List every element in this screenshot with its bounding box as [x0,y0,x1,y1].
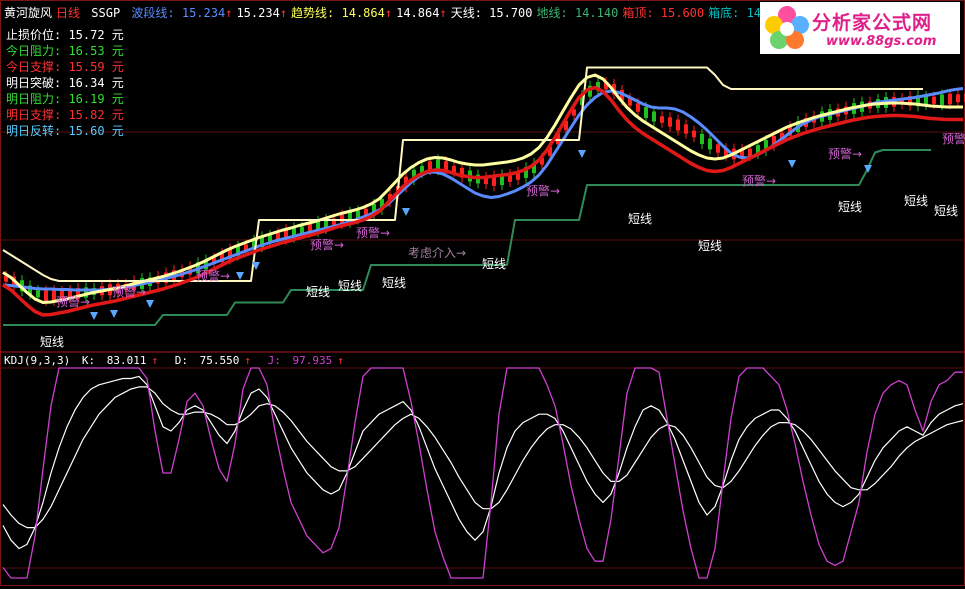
candle-body [748,148,752,157]
j-value: J: 97.935 ↑ [267,354,344,367]
candle-body [36,290,40,298]
candle-body [700,133,704,145]
chart-annotation: 预警→ [356,225,390,240]
header-item-1: 15.234↑ [236,6,287,20]
header-item-value: 15.600 [660,6,705,20]
header-item-value: 14.864 [396,6,440,20]
chart-annotation: 短线 [934,204,958,218]
level-row: 明日反转: 15.60 元 [6,124,124,138]
kdj-series-line-2 [2,367,963,579]
down-arrow-icon [578,150,586,158]
chart-annotation: 短线 [382,276,406,290]
header-item-value: 15.234 [181,6,226,20]
candle-body [684,124,688,134]
up-arrow-icon: ↑ [384,6,393,20]
chart-annotation: 短线 [338,279,362,293]
down-arrow-icon [788,160,796,168]
level-row: 明日阻力: 16.19 元 [6,92,124,106]
chart-annotation: 预警→ [942,131,965,146]
chart-annotation: 预警→ [112,284,146,299]
down-arrow-icon [146,300,154,308]
candle-body [708,138,712,150]
chart-annotation: 预警→ [742,173,776,188]
candle-body [636,103,640,112]
kdj-series-line-0 [2,375,964,550]
header-item-5: 地线: 14.140 [537,6,619,20]
candle-body [668,117,672,127]
candle-body [932,96,936,104]
candle-body [660,116,664,123]
candle-body [940,94,944,105]
indicator-header: 黄河旋风 日线 SSGP 波段线: 15.234↑ 15.234↑ 趋势线: 14.8… [4,4,824,21]
chart-stage: 预警→预警→预警→预警→预警→预警→预警→预警→预警→短线短线短线短线短线短线短… [0,0,965,586]
down-arrow-icon [110,310,118,318]
header-item-value: 14.140 [574,6,619,20]
candle-body [692,130,696,138]
k-value: K: 83.011 ↑ [81,354,159,367]
header-item-label: 箱顶: [622,6,661,20]
header-item-label: 波段线: [131,6,182,20]
flower-icon [765,6,809,49]
kdj-name: KDJ(9,3,3) [4,354,71,367]
candle-body [948,93,952,105]
stock-code: SSGP [91,6,121,20]
chart-annotation: 短线 [628,212,652,226]
header-item-6: 箱顶: 15.600 [622,6,704,20]
candle-body [652,111,656,122]
header-item-value: 14.864 [341,6,385,20]
header-item-label: 趋势线: [291,6,342,20]
header-item-0: 波段线: 15.234↑ [131,6,232,20]
candle-body [428,161,432,171]
period-label: 日线 [56,6,81,20]
kdj-series-line-1 [2,386,964,529]
chart-annotation: 预警→ [56,294,90,309]
chart-annotation: 短线 [838,200,862,214]
candle-body [44,290,48,301]
d-value: D: 75.550 ↑ [174,354,251,367]
up-arrow-icon: ↑ [279,6,288,20]
chart-annotation: 预警→ [828,146,862,161]
indicator-name: 黄河旋风 [4,6,53,20]
header-item-label: 天线: [450,6,490,20]
up-arrow-icon: ↑ [225,6,233,20]
down-arrow-icon [90,312,98,320]
logo-text: 分析家公式网 [812,12,933,34]
candle-body [452,165,456,173]
candle-body [676,119,680,131]
header-item-4: 天线: 15.700 [451,6,533,20]
up-arrow-icon: ↑ [439,6,447,20]
site-logo[interactable]: 分析家公式网 www.88gs.com [760,2,960,54]
chart-annotation: 预警→ [526,183,560,198]
logo-url: www.88gs.com [826,34,937,49]
down-arrow-icon [236,272,244,280]
level-row: 今日支撑: 15.59 元 [6,60,124,74]
candle-body [644,107,648,118]
header-item-3: 14.864↑ [396,6,447,20]
chart-annotation: 短线 [306,285,330,299]
down-arrow-icon [402,208,410,216]
header-item-label: 地线: [536,6,575,20]
header-item-value: 15.234 [236,6,280,20]
header-items: 波段线: 15.234↑ 15.234↑ 趋势线: 14.864↑ 14.864↑ 天线… [131,6,819,20]
header-item-value: 15.700 [489,6,533,20]
header-item-2: 趋势线: 14.864↑ [291,6,392,20]
kdj-header: KDJ(9,3,3) K: 83.011 ↑ D: 75.550 ↑ J: 97.9… [4,354,354,367]
candle-body [924,96,928,105]
level-row: 明日支撑: 15.82 元 [6,108,124,122]
level-row: 今日阻力: 16.53 元 [6,44,124,58]
candle-body [716,144,720,153]
level-row: 明日突破: 16.34 元 [6,76,124,90]
chart-annotation: 考虑介入→ [408,246,466,260]
chart-annotation: 短线 [904,194,928,208]
level-row: 止损价位: 15.72 元 [6,28,124,42]
chart-annotation: 预警→ [196,268,230,283]
chart-annotation: 短线 [698,239,722,253]
chart-annotation: 预警→ [310,237,344,252]
header-item-label: 箱底: [708,6,747,20]
chart-annotation: 短线 [482,257,506,271]
candle-body [956,94,960,103]
chart-svg[interactable]: 预警→预警→预警→预警→预警→预警→预警→预警→预警→短线短线短线短线短线短线短… [0,0,965,586]
chart-annotation: 短线 [40,335,64,349]
